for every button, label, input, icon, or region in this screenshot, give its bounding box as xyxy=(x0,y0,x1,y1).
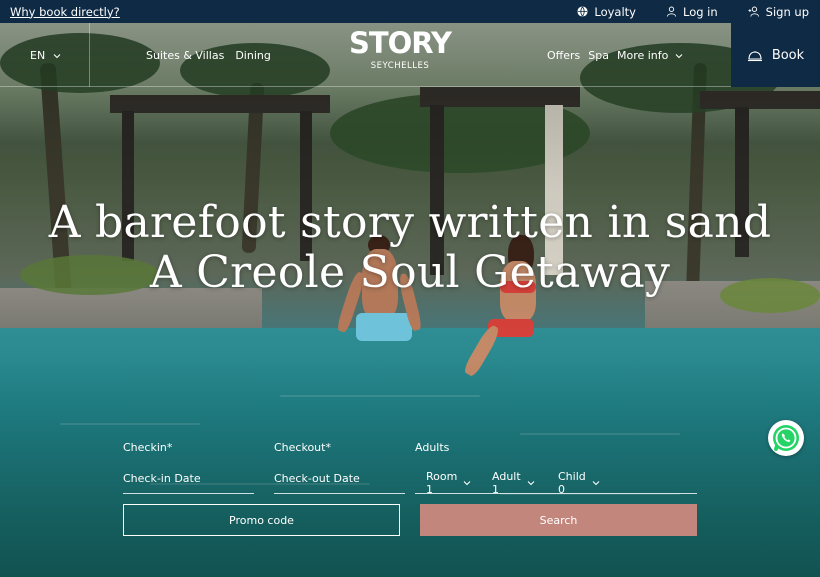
room-select[interactable]: Room 1 xyxy=(426,470,471,496)
checkin-date-field[interactable]: Check-in Date xyxy=(123,472,254,494)
language-label: EN xyxy=(30,49,46,62)
promo-code-button[interactable]: Promo code xyxy=(123,504,400,536)
logo-brand: STORY xyxy=(348,26,452,60)
room-value: Room 1 xyxy=(426,470,458,496)
adult-select[interactable]: Adult 1 xyxy=(492,470,535,496)
nav-more-info[interactable]: More info xyxy=(617,49,683,62)
nav-spa[interactable]: Spa xyxy=(588,49,609,62)
story-seychelles-logo[interactable]: STORY SEYCHELLES xyxy=(340,27,460,71)
signup-link[interactable]: Sign up xyxy=(748,5,809,19)
checkin-label: Checkin* xyxy=(123,441,173,454)
nav-divider xyxy=(89,23,90,87)
language-selector[interactable]: EN xyxy=(30,49,61,62)
chevron-down-icon xyxy=(592,480,600,486)
hero-line-2: A Creole Soul Getaway xyxy=(149,247,671,298)
checkout-label: Checkout* xyxy=(274,441,331,454)
more-info-label: More info xyxy=(616,49,669,62)
logo-subtitle: SEYCHELLES xyxy=(370,61,430,71)
globe-icon xyxy=(577,6,588,17)
chevron-down-icon xyxy=(527,480,535,486)
signup-label: Sign up xyxy=(765,4,809,19)
main-navigation: EN Suites & Villas Dining STORY SEYCHELL… xyxy=(0,23,820,87)
checkout-date-field[interactable]: Check-out Date xyxy=(274,472,405,494)
login-link[interactable]: Log in xyxy=(666,5,718,19)
nav-links-left: Suites & Villas Dining xyxy=(146,49,271,62)
whatsapp-icon xyxy=(770,422,802,454)
book-label: Book xyxy=(771,47,805,63)
hero-line-1: A barefoot story written in sand xyxy=(48,197,772,248)
search-label: Search xyxy=(539,513,578,527)
chevron-down-icon xyxy=(675,53,683,59)
hero-headline: A barefoot story written in sand A Creol… xyxy=(0,198,820,298)
child-value: Child 0 xyxy=(558,470,586,496)
service-bell-icon xyxy=(747,49,763,62)
nav-suites-villas[interactable]: Suites & Villas xyxy=(146,49,224,62)
add-user-icon xyxy=(748,6,760,17)
chevron-down-icon xyxy=(53,53,61,59)
top-utility-bar: Why book directly? Loyalty Log in Sign u… xyxy=(0,0,820,23)
why-book-directly-link[interactable]: Why book directly? xyxy=(10,5,120,19)
search-button[interactable]: Search xyxy=(420,504,697,536)
chevron-down-icon xyxy=(463,480,471,486)
nav-dining[interactable]: Dining xyxy=(235,49,271,62)
loyalty-label: Loyalty xyxy=(594,4,636,19)
adult-value: Adult 1 xyxy=(492,470,521,496)
loyalty-link[interactable]: Loyalty xyxy=(577,5,636,19)
child-select[interactable]: Child 0 xyxy=(558,470,600,496)
book-button[interactable]: Book xyxy=(731,23,820,87)
login-label: Log in xyxy=(682,4,718,19)
adults-label: Adults xyxy=(415,441,450,454)
user-icon xyxy=(666,6,677,17)
checkout-placeholder: Check-out Date xyxy=(274,472,360,485)
promo-label: Promo code xyxy=(229,513,294,527)
whatsapp-chat-button[interactable] xyxy=(768,420,804,456)
nav-offers[interactable]: Offers xyxy=(547,49,580,62)
checkin-placeholder: Check-in Date xyxy=(123,472,201,485)
account-links: Loyalty Log in Sign up xyxy=(577,5,809,19)
nav-links-right: Offers Spa More info xyxy=(547,49,683,62)
